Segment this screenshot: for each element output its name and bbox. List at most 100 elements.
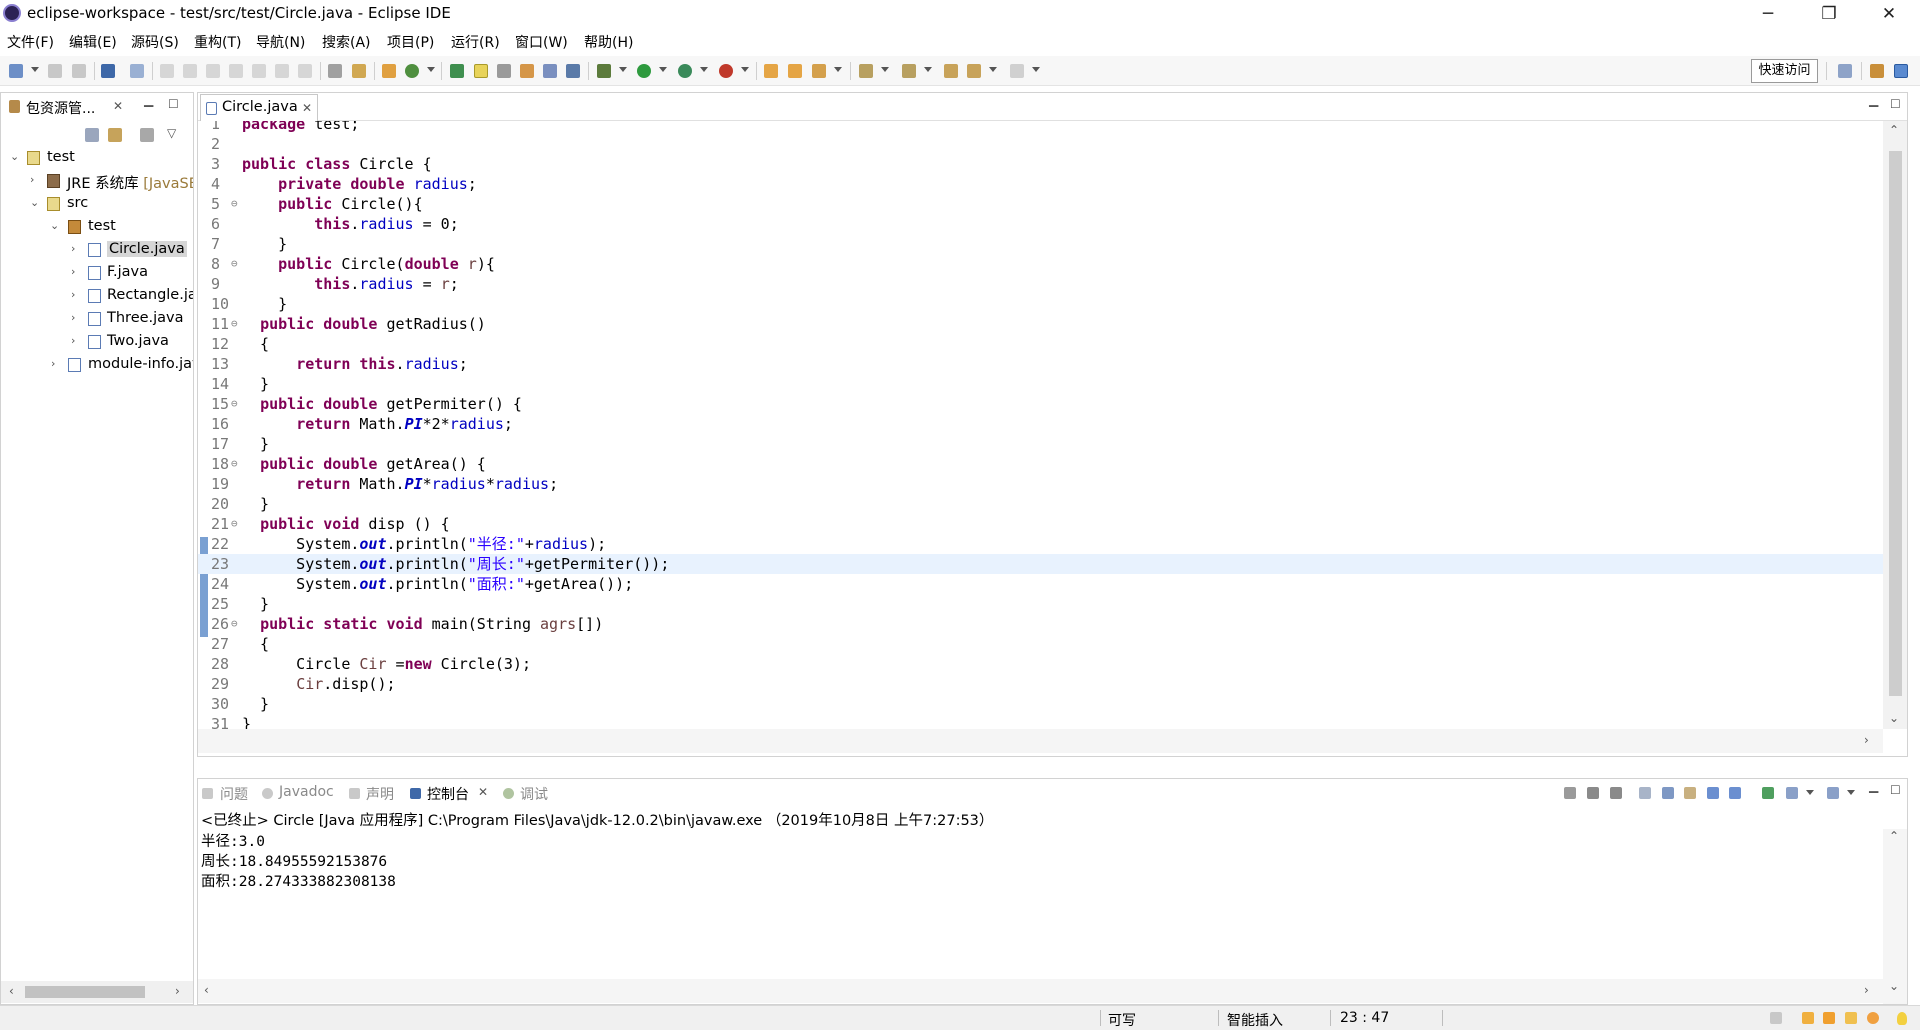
close-button[interactable]: ✕ bbox=[1866, 0, 1912, 28]
external-tools-icon[interactable] bbox=[719, 64, 733, 78]
java-perspective-icon[interactable] bbox=[1894, 64, 1908, 78]
code-line[interactable]: 11 ⊖ public double getRadius() bbox=[198, 314, 1883, 334]
scroll-left-icon[interactable]: ‹ bbox=[9, 984, 14, 998]
code-line[interactable]: 9 this.radius = r; bbox=[198, 274, 1883, 294]
chevron-right-icon[interactable]: › bbox=[71, 288, 75, 301]
remove-all-terminated-icon[interactable] bbox=[1610, 787, 1622, 799]
scroll-left-icon[interactable]: ‹ bbox=[204, 983, 209, 997]
tree-item-jre-library[interactable]: › JRE 系统库 [JavaSE-12] bbox=[1, 170, 193, 192]
code-line[interactable]: 15 ⊖ public double getPermiter() { bbox=[198, 394, 1883, 414]
tree-item-three-java[interactable]: › Three.java bbox=[1, 308, 193, 330]
code-line[interactable]: 3 public class Circle { bbox=[198, 154, 1883, 174]
code-line[interactable]: 5 ⊖ public Circle(){ bbox=[198, 194, 1883, 214]
previous-annotation-icon[interactable] bbox=[902, 64, 916, 78]
tree-item-f-java[interactable]: › F.java bbox=[1, 262, 193, 284]
terminate-icon[interactable] bbox=[206, 64, 220, 78]
editor-tab-circle-java[interactable]: Circle.java ✕ bbox=[200, 94, 318, 121]
save-all-icon[interactable] bbox=[72, 64, 86, 78]
step-over-icon[interactable] bbox=[275, 64, 289, 78]
view-menu-filter-icon[interactable] bbox=[140, 128, 154, 142]
code-line[interactable]: 14 } bbox=[198, 374, 1883, 394]
last-edit-location-icon[interactable] bbox=[944, 64, 958, 78]
code-line[interactable]: 18 ⊖ public double getArea() { bbox=[198, 454, 1883, 474]
chevron-right-icon[interactable]: › bbox=[30, 173, 34, 186]
skip-breakpoints-icon[interactable] bbox=[130, 64, 144, 78]
vertical-scrollbar[interactable]: ⌃ ⌄ bbox=[1883, 829, 1907, 1004]
fold-toggle-icon[interactable]: ⊖ bbox=[231, 314, 238, 334]
show-on-stdout-icon[interactable] bbox=[1707, 787, 1719, 799]
scroll-up-icon[interactable]: ⌃ bbox=[1889, 829, 1899, 843]
minimize-button[interactable]: ─ bbox=[1745, 0, 1791, 28]
fold-toggle-icon[interactable]: ⊖ bbox=[231, 454, 238, 474]
tab-debug[interactable]: 调试 bbox=[520, 784, 548, 804]
tab-console[interactable]: 控制台 bbox=[427, 784, 469, 804]
disconnect-icon[interactable] bbox=[229, 64, 243, 78]
tree-item-circle-java[interactable]: › Circle.java bbox=[1, 239, 193, 261]
menu-project[interactable]: 项目(P) bbox=[387, 32, 434, 52]
use-step-filters-icon[interactable] bbox=[328, 64, 342, 78]
code-line[interactable]: 29 Cir.disp(); bbox=[198, 674, 1883, 694]
open-task-icon[interactable] bbox=[764, 64, 778, 78]
minimize-editor-icon[interactable]: ▁ bbox=[1869, 93, 1878, 107]
step-return-icon[interactable] bbox=[298, 64, 312, 78]
code-line[interactable]: 28 Circle Cir =new Circle(3); bbox=[198, 654, 1883, 674]
code-area[interactable]: 1 package test; 2 3 public class Circle {4 p… bbox=[198, 121, 1883, 729]
tray-icon[interactable] bbox=[1823, 1012, 1835, 1024]
horizontal-scrollbar[interactable]: ‹ › bbox=[198, 979, 1883, 1003]
fold-toggle-icon[interactable]: ⊖ bbox=[231, 394, 238, 414]
scroll-up-icon[interactable]: ⌃ bbox=[1889, 123, 1899, 137]
code-line[interactable]: 25 } bbox=[198, 594, 1883, 614]
toggle-icon[interactable] bbox=[352, 64, 366, 78]
pilcrow-icon[interactable] bbox=[566, 64, 580, 78]
code-line[interactable]: 2 bbox=[198, 134, 1883, 154]
close-view-icon[interactable]: ✕ bbox=[113, 99, 123, 113]
step-into-icon[interactable] bbox=[252, 64, 266, 78]
scroll-right-icon[interactable]: › bbox=[1864, 983, 1869, 997]
scroll-lock-icon[interactable] bbox=[1662, 787, 1674, 799]
suspend-icon[interactable] bbox=[183, 64, 197, 78]
chevron-down-icon[interactable]: ⌄ bbox=[30, 196, 39, 209]
fold-toggle-icon[interactable]: ⊖ bbox=[231, 514, 238, 534]
lightbulb-icon[interactable] bbox=[1897, 1012, 1907, 1025]
word-wrap-icon[interactable] bbox=[1684, 787, 1696, 799]
code-line[interactable]: 31} bbox=[198, 714, 1883, 729]
open-perspective-icon[interactable] bbox=[1838, 64, 1852, 78]
restore-button[interactable]: ❐ bbox=[1806, 0, 1852, 28]
new-class-icon[interactable] bbox=[405, 64, 419, 78]
close-tab-icon[interactable]: ✕ bbox=[478, 785, 488, 799]
menu-navigate[interactable]: 导航(N) bbox=[256, 32, 305, 52]
word-wrap-icon[interactable] bbox=[520, 64, 534, 78]
block-selection-icon[interactable] bbox=[497, 64, 511, 78]
close-tab-icon[interactable]: ✕ bbox=[302, 101, 312, 115]
scrollbar-thumb[interactable] bbox=[25, 986, 145, 998]
vertical-scrollbar[interactable]: ⌃ ⌄ bbox=[1883, 121, 1907, 729]
code-line[interactable]: 21 ⊖ public void disp () { bbox=[198, 514, 1883, 534]
code-line[interactable]: 8 ⊖ public Circle(double r){ bbox=[198, 254, 1883, 274]
code-line[interactable]: 16 return Math.PI*2*radius; bbox=[198, 414, 1883, 434]
maximize-editor-icon[interactable]: ☐ bbox=[1890, 97, 1901, 111]
code-line[interactable]: 6 this.radius = 0; bbox=[198, 214, 1883, 234]
view-menu-icon[interactable]: ▽ bbox=[167, 126, 176, 140]
fold-toggle-icon[interactable]: ⊖ bbox=[231, 614, 238, 634]
tab-javadoc[interactable]: Javadoc bbox=[279, 784, 334, 800]
code-line[interactable]: 1 package test; bbox=[198, 121, 1883, 134]
chevron-right-icon[interactable]: › bbox=[51, 357, 55, 370]
code-line[interactable]: 4 private double radius; bbox=[198, 174, 1883, 194]
maximize-view-icon[interactable]: ☐ bbox=[168, 97, 179, 111]
code-line[interactable]: 22 System.out.println("半径:"+radius); bbox=[198, 534, 1883, 554]
code-line[interactable]: 27 { bbox=[198, 634, 1883, 654]
menu-search[interactable]: 搜索(A) bbox=[322, 32, 371, 52]
code-line[interactable]: 17 } bbox=[198, 434, 1883, 454]
tree-item-two-java[interactable]: › Two.java bbox=[1, 331, 193, 353]
new-java-project-icon[interactable] bbox=[382, 64, 396, 78]
code-line[interactable]: 24 System.out.println("面积:"+getArea()); bbox=[198, 574, 1883, 594]
code-line[interactable]: 10 } bbox=[198, 294, 1883, 314]
menu-file[interactable]: 文件(F) bbox=[7, 32, 54, 52]
code-line[interactable]: 20 } bbox=[198, 494, 1883, 514]
scroll-right-icon[interactable]: › bbox=[1864, 733, 1869, 747]
chevron-right-icon[interactable]: › bbox=[71, 265, 75, 278]
tab-declaration[interactable]: 声明 bbox=[366, 784, 394, 804]
run-icon[interactable] bbox=[637, 64, 651, 78]
show-on-stderr-icon[interactable] bbox=[1729, 787, 1741, 799]
menu-run[interactable]: 运行(R) bbox=[451, 32, 500, 52]
